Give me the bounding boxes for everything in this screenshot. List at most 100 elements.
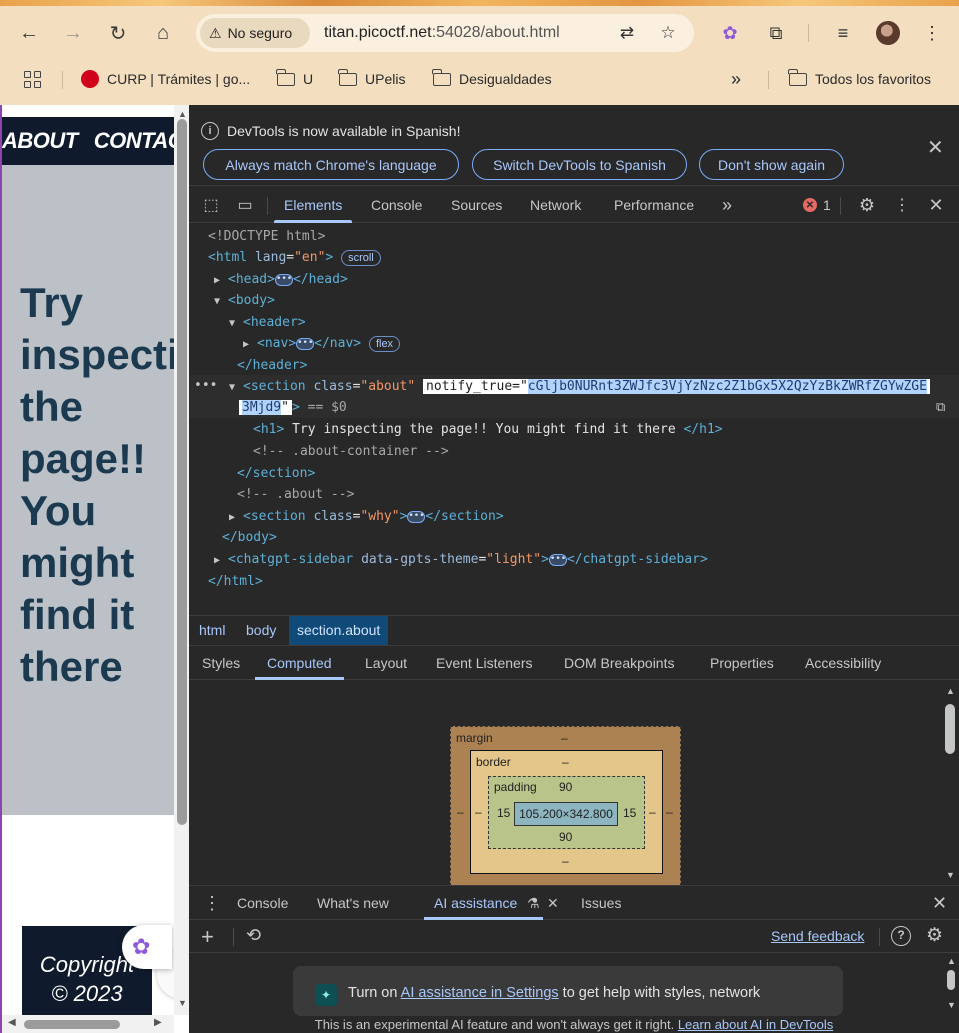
history-icon[interactable]: ⟲ (246, 925, 261, 946)
padding-right-value[interactable]: 15 (623, 806, 636, 820)
border-right-value[interactable]: – (649, 805, 656, 819)
close-drawer-icon[interactable]: ✕ (932, 886, 947, 920)
apps-button[interactable] (24, 62, 41, 96)
body-close-line[interactable]: </body> (222, 527, 277, 548)
comment-about-container-line[interactable]: <!-- .about-container --> (253, 441, 449, 462)
collapsed-ellipsis-icon[interactable]: ••• (407, 510, 426, 523)
scroll-left-arrow-icon[interactable]: ◀ (8, 1017, 16, 1028)
computed-scrollbar[interactable]: ▲ ▼ (942, 680, 959, 885)
collapsed-ellipsis-icon[interactable]: ••• (548, 553, 567, 566)
reload-button[interactable]: ↻ (103, 18, 133, 48)
customize-menu-icon[interactable]: ⋮ (891, 194, 913, 216)
collapsed-ellipsis-icon[interactable]: ••• (274, 273, 293, 286)
settings-gear-icon[interactable]: ⚙ (856, 194, 878, 216)
bookmark-folder-u[interactable]: U (276, 62, 313, 96)
always-match-language-button[interactable]: Always match Chrome's language (203, 149, 459, 180)
collapse-arrow-icon[interactable]: ▼ (229, 313, 243, 334)
scroll-down-arrow-icon[interactable]: ▼ (947, 1000, 956, 1010)
collapse-arrow-icon[interactable]: ▼ (229, 377, 243, 398)
ai-ask-icon[interactable]: ⧉ (936, 397, 945, 418)
padding-bottom-value[interactable]: 90 (559, 830, 572, 844)
nav-link-about[interactable]: ABOUT (2, 128, 78, 154)
expand-arrow-icon[interactable]: ▶ (214, 550, 228, 571)
switch-to-spanish-button[interactable]: Switch DevTools to Spanish (472, 149, 687, 180)
h1-line[interactable]: <h1> Try inspecting the page!! You might… (253, 419, 723, 440)
chatgpt-sidebar-line[interactable]: ▶ <chatgpt-sidebar data-gpts-theme="light… (214, 549, 708, 570)
header-close-line[interactable]: </header> (237, 355, 307, 376)
forward-button[interactable]: → (58, 18, 88, 48)
doctype-line[interactable]: <!DOCTYPE html> (208, 226, 325, 247)
collapse-arrow-icon[interactable]: ▼ (214, 291, 228, 312)
subtab-layout[interactable]: Layout (365, 646, 407, 680)
drawer-tab-ai-assistance[interactable]: AI assistance (423, 886, 544, 920)
scroll-right-arrow-icon[interactable]: ▶ (154, 1017, 162, 1028)
expand-arrow-icon[interactable]: ▶ (229, 507, 243, 528)
breadcrumb-body[interactable]: body (238, 616, 284, 645)
tab-elements[interactable]: Elements (273, 187, 353, 223)
section-close-line[interactable]: </section> (237, 463, 315, 484)
margin-right-value[interactable]: – (666, 805, 673, 819)
box-model-margin[interactable]: margin – – – border – – – – padding 90 9… (450, 726, 681, 885)
page-horizontal-scrollbar[interactable]: ◀ ▶ (2, 1015, 174, 1033)
scroll-up-arrow-icon[interactable]: ▲ (947, 956, 956, 966)
drawer-tab-console[interactable]: Console (237, 886, 288, 920)
nav-line[interactable]: ▶ <nav>•••</nav> flex (243, 333, 401, 354)
all-bookmarks-button[interactable]: Todos los favoritos (788, 62, 931, 96)
tab-performance[interactable]: Performance (614, 187, 694, 223)
help-icon[interactable]: ? (891, 926, 911, 946)
dont-show-again-button[interactable]: Don't show again (699, 149, 844, 180)
scroll-down-arrow-icon[interactable]: ▼ (178, 998, 187, 1008)
ai-settings-link[interactable]: AI assistance in Settings (401, 985, 559, 1001)
page-vertical-scrollbar[interactable]: ▲ ▼ (174, 105, 189, 1015)
border-left-value[interactable]: – (475, 805, 482, 819)
new-chat-plus-icon[interactable]: + (201, 924, 214, 950)
subtab-styles[interactable]: Styles (202, 646, 240, 680)
close-devtools-icon[interactable]: ✕ (925, 194, 947, 216)
expand-arrow-icon[interactable]: ▶ (214, 270, 228, 291)
browser-menu-icon[interactable]: ⋮ (917, 18, 947, 48)
send-feedback-link[interactable]: Send feedback (771, 928, 864, 944)
extension-brain-icon[interactable]: ✿ (715, 18, 745, 48)
url-text[interactable]: titan.picoctf.net:54028/about.html (324, 24, 560, 42)
subtab-dom-breakpoints[interactable]: DOM Breakpoints (564, 646, 674, 680)
attribute-editor[interactable]: notify_true="cGljb0NURnt3ZWJfc3VjYzNzc2Z… (423, 379, 930, 394)
html-open-line[interactable]: <html lang="en"> scroll (208, 247, 381, 268)
padding-top-value[interactable]: 90 (559, 780, 572, 794)
margin-left-value[interactable]: – (457, 805, 464, 819)
margin-top-value[interactable]: – (561, 731, 568, 745)
more-tabs-chevron-icon[interactable]: » (716, 194, 738, 216)
home-button[interactable]: ⌂ (148, 18, 178, 48)
extensions-puzzle-icon[interactable]: ⧉ (761, 18, 791, 48)
padding-left-value[interactable]: 15 (497, 806, 510, 820)
device-toolbar-icon[interactable]: ▭ (234, 194, 256, 216)
body-open-line[interactable]: ▼ <body> (214, 290, 275, 311)
learn-about-ai-link[interactable]: Learn about AI in DevTools (678, 1017, 833, 1032)
nav-link-contact[interactable]: CONTACT (94, 128, 174, 154)
box-model-border[interactable]: border – – – – padding 90 90 15 15 105.2… (470, 750, 663, 874)
section-about-line[interactable]: ▼ <section class="about" notify_true="cGl… (229, 376, 930, 397)
scrollbar-thumb[interactable] (24, 1020, 120, 1029)
scroll-badge[interactable]: scroll (341, 249, 381, 266)
back-button[interactable]: ← (14, 18, 44, 48)
bookmark-curp[interactable]: CURP | Trámites | go... (81, 62, 250, 96)
bookmark-star-icon[interactable]: ☆ (653, 18, 683, 48)
header-open-line[interactable]: ▼ <header> (229, 312, 306, 333)
address-bar[interactable]: ⚠ No seguro titan.picoctf.net:54028/abou… (196, 14, 694, 52)
close-infobar-icon[interactable]: ✕ (927, 135, 944, 160)
ai-settings-gear-icon[interactable]: ⚙ (926, 924, 943, 947)
flex-badge[interactable]: flex (368, 335, 401, 352)
floating-assistant-button[interactable]: ✿ (122, 925, 172, 969)
breadcrumb-section-about[interactable]: section.about (289, 616, 389, 645)
scrollbar-thumb[interactable] (945, 704, 955, 754)
translate-icon[interactable]: ⇄ (612, 18, 642, 48)
box-model-content[interactable]: 105.200×342.800 (514, 802, 618, 826)
media-queue-icon[interactable]: ≡ (828, 18, 858, 48)
subtab-accessibility[interactable]: Accessibility (805, 646, 881, 680)
drawer-tab-whats-new[interactable]: What's new (317, 886, 389, 920)
profile-avatar[interactable] (876, 21, 900, 45)
scrollbar-thumb[interactable] (177, 119, 187, 825)
section-about-line-wrap[interactable]: 3Mjd9" > == $0 (239, 397, 347, 418)
comment-about-line[interactable]: <!-- .about --> (237, 484, 354, 505)
subtab-event-listeners[interactable]: Event Listeners (436, 646, 533, 680)
collapsed-ellipsis-icon[interactable]: ••• (296, 337, 315, 350)
